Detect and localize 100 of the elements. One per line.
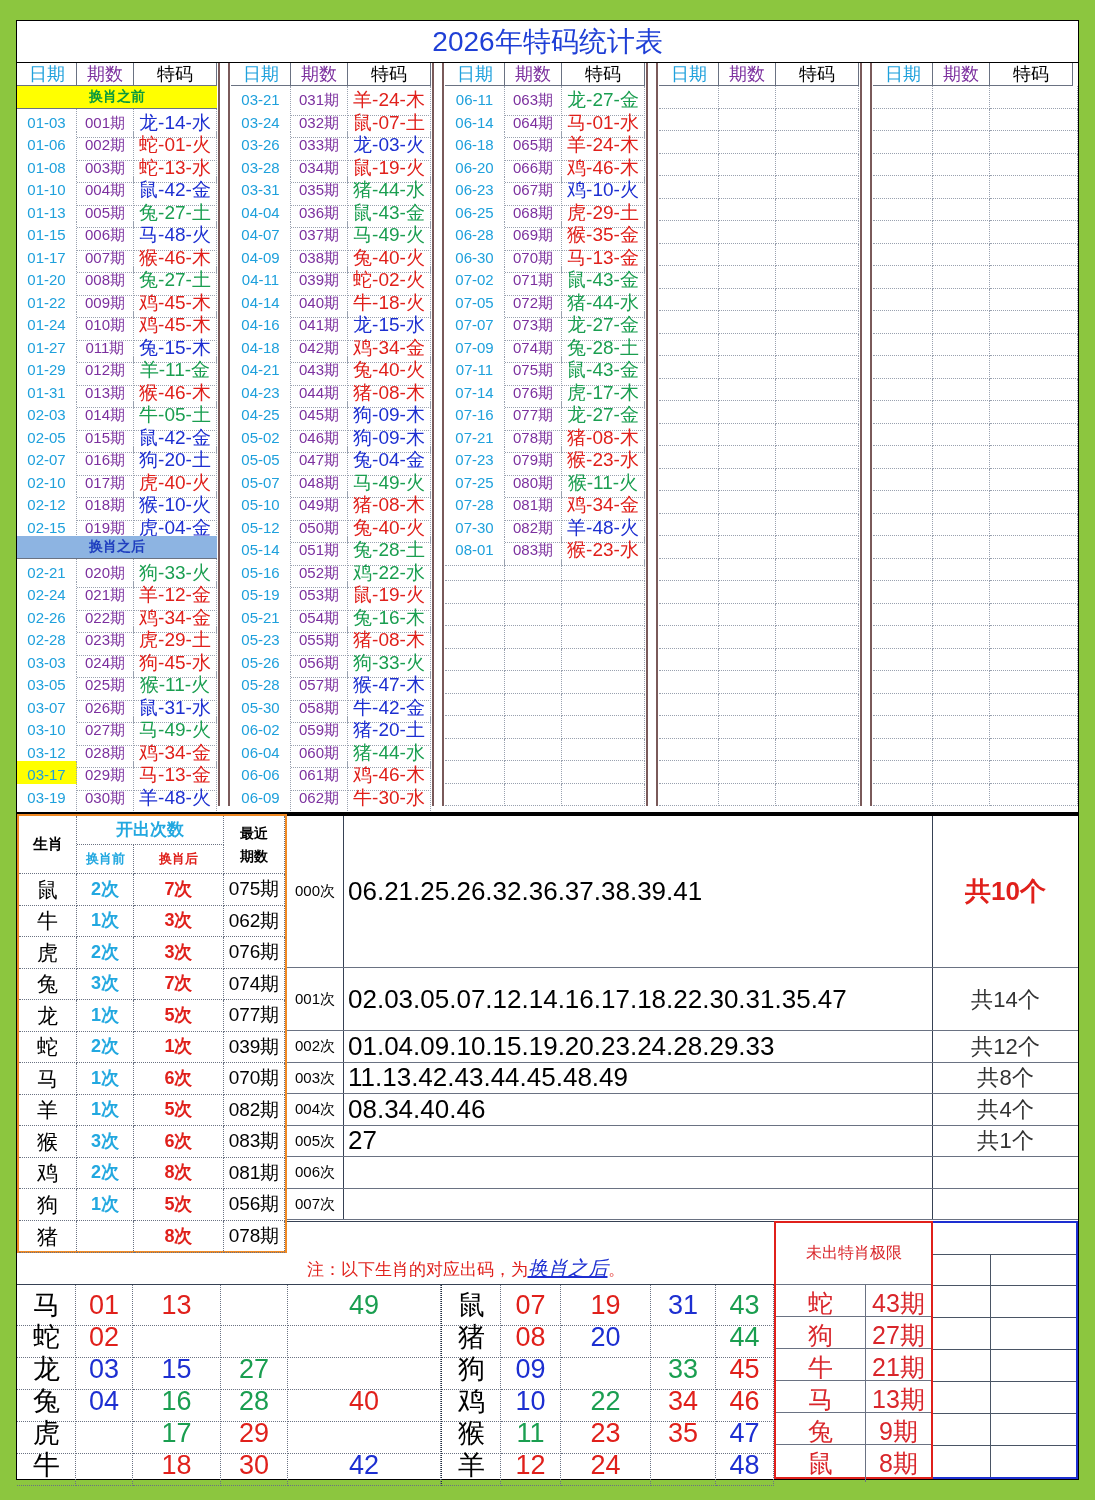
number-cell: 19 bbox=[561, 1284, 651, 1326]
table-cell bbox=[719, 671, 776, 694]
count-cell: 6次 bbox=[134, 1063, 224, 1095]
table-cell bbox=[445, 738, 505, 761]
table-cell bbox=[719, 446, 776, 469]
table-cell bbox=[719, 513, 776, 536]
table-cell bbox=[873, 243, 933, 266]
count-cell: 1次 bbox=[77, 1000, 134, 1032]
table-cell bbox=[719, 693, 776, 716]
count-cell: 1次 bbox=[77, 1063, 134, 1095]
table-cell bbox=[873, 198, 933, 221]
table-cell bbox=[933, 423, 990, 446]
table-cell bbox=[719, 243, 776, 266]
table-cell bbox=[445, 783, 505, 806]
table-cell bbox=[873, 693, 933, 716]
table-cell bbox=[933, 446, 990, 469]
table-cell bbox=[933, 716, 990, 739]
zodiac-cell: 兔 bbox=[19, 968, 77, 1000]
row-label: 003次 bbox=[295, 1067, 335, 1088]
table-cell bbox=[505, 626, 562, 649]
zodiac-cell: 狗 bbox=[19, 1189, 77, 1221]
table-cell bbox=[659, 603, 719, 626]
table-cell bbox=[933, 176, 990, 199]
number-cell: 08 bbox=[501, 1316, 561, 1358]
table-cell bbox=[933, 243, 990, 266]
count-cell: 5次 bbox=[134, 1094, 224, 1126]
count-cell: 2次 bbox=[77, 937, 134, 969]
table-cell bbox=[659, 671, 719, 694]
table-cell bbox=[659, 108, 719, 131]
row-label: 004次 bbox=[295, 1099, 335, 1119]
table-cell bbox=[719, 491, 776, 514]
column-header: 日期 bbox=[659, 63, 719, 86]
table-cell bbox=[873, 266, 933, 289]
table-cell bbox=[659, 86, 719, 109]
zodiac-cell: 牛 bbox=[19, 905, 77, 937]
number-cell: 46 bbox=[716, 1380, 774, 1422]
column-header: 特码 bbox=[776, 63, 859, 86]
code-cell: 羊-48-火 bbox=[134, 783, 217, 813]
count-cell: 7次 bbox=[134, 874, 224, 906]
table-cell bbox=[659, 648, 719, 671]
table-cell bbox=[719, 716, 776, 739]
number-cell: 09 bbox=[501, 1348, 561, 1390]
number-cell: 44 bbox=[716, 1316, 774, 1358]
table-cell bbox=[719, 176, 776, 199]
number-list: 02.03.05.07.12.14.16.17.18.22.30.31.35.47 bbox=[348, 979, 847, 1019]
table-cell bbox=[933, 671, 990, 694]
table-cell bbox=[933, 626, 990, 649]
table-cell bbox=[873, 603, 933, 626]
table-cell bbox=[873, 131, 933, 154]
table-cell bbox=[873, 536, 933, 559]
table-cell bbox=[659, 176, 719, 199]
column-header: 生肖 bbox=[19, 816, 77, 874]
table-cell bbox=[719, 761, 776, 784]
count-cell: 5次 bbox=[134, 1000, 224, 1032]
table-cell bbox=[873, 423, 933, 446]
count-cell: 2次 bbox=[77, 1031, 134, 1063]
table-cell bbox=[933, 288, 990, 311]
table-cell bbox=[933, 401, 990, 424]
table-cell bbox=[659, 468, 719, 491]
count-cell: 3次 bbox=[77, 1126, 134, 1158]
number-cell: 10 bbox=[501, 1380, 561, 1422]
table-cell bbox=[933, 491, 990, 514]
table-cell bbox=[933, 86, 990, 109]
table-cell bbox=[719, 356, 776, 379]
table-cell bbox=[933, 311, 990, 334]
table-cell bbox=[933, 468, 990, 491]
box-title: 未出特肖极限 bbox=[805, 1243, 902, 1263]
code-cell: 猴-23-水 bbox=[562, 536, 645, 566]
column-header: 期数 bbox=[933, 63, 990, 86]
period-cell: 081期 bbox=[224, 1157, 285, 1189]
note-text: 注：以下生肖的对应出码，为换肖之后。 bbox=[305, 1256, 625, 1281]
count-cell: 1次 bbox=[77, 1094, 134, 1126]
period-cell: 074期 bbox=[224, 968, 285, 1000]
table-cell bbox=[873, 648, 933, 671]
table-cell bbox=[933, 648, 990, 671]
link[interactable]: 换肖之后 bbox=[527, 1257, 608, 1279]
count-cell: 2次 bbox=[77, 1157, 134, 1189]
table-cell bbox=[719, 378, 776, 401]
period-cell-text: 13期 bbox=[871, 1383, 926, 1415]
table-cell bbox=[659, 221, 719, 244]
table-cell bbox=[659, 738, 719, 761]
number-cell: 28 bbox=[221, 1380, 288, 1422]
number-cell: 22 bbox=[561, 1380, 651, 1422]
table-cell bbox=[221, 1284, 288, 1326]
table-cell bbox=[873, 108, 933, 131]
code-cell: 牛-30-水 bbox=[348, 783, 431, 813]
table-cell bbox=[933, 513, 990, 536]
number-cell: 29 bbox=[221, 1412, 288, 1454]
number-cell: 23 bbox=[561, 1412, 651, 1454]
total-count: 共12个 bbox=[971, 1032, 1040, 1061]
table-cell bbox=[719, 783, 776, 806]
table-cell bbox=[505, 693, 562, 716]
period-cell: 070期 bbox=[224, 1063, 285, 1095]
table-cell bbox=[873, 783, 933, 806]
period-cell: 083期 bbox=[224, 1126, 285, 1158]
number-cell: 24 bbox=[561, 1444, 651, 1486]
column-header: 开出次数 bbox=[77, 816, 224, 845]
number-cell: 03 bbox=[76, 1348, 133, 1390]
table-cell bbox=[933, 581, 990, 604]
number-cell: 35 bbox=[651, 1412, 716, 1454]
